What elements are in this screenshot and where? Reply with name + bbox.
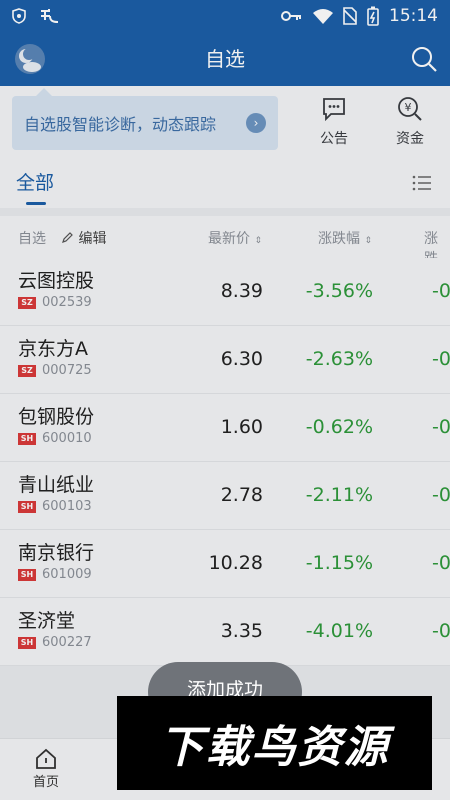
funds-label: 资金 [396,131,424,147]
header-price[interactable]: 最新价 ⇕ [208,228,262,248]
stock-price: 2.78 [220,484,263,506]
stock-extra: -0 [432,552,450,574]
stock-code: 600227 [42,635,92,650]
status-time: 15:14 [389,6,438,26]
stock-change: -3.56% [305,280,373,302]
table-row[interactable]: 青山纸业 SH 600103 2.78 -2.11% -0 [0,462,450,530]
market-badge: SZ [18,297,36,309]
stock-code: 000725 [42,363,92,378]
stock-change: -1.15% [305,552,373,574]
search-icon[interactable] [410,45,438,73]
table-header: 自选 编辑 最新价 ⇕ 涨跌幅 ⇕ 涨跌 [0,216,450,267]
stock-change: -2.11% [305,484,373,506]
stock-name: 南京银行 [18,542,95,564]
watermark-text: 下载鸟资源 [159,722,390,773]
stock-name: 包钢股份 [18,406,95,428]
nav-home-label: 首页 [32,775,59,790]
stock-name: 圣济堂 [18,610,76,632]
stock-code: 601009 [42,567,92,582]
header-watchlist: 自选 [18,231,46,247]
stock-code: 002539 [42,295,92,310]
stock-price: 8.39 [220,280,263,302]
table-row[interactable]: 京东方A SZ 000725 6.30 -2.63% -0 [0,326,450,394]
stock-name: 京东方A [18,338,88,360]
funds-button[interactable]: ¥ 资金 [380,96,440,152]
app-notify-icon [38,7,60,25]
funds-search-icon: ¥ [398,97,422,121]
market-badge: SZ [18,365,36,377]
edit-button[interactable]: 编辑 [62,228,106,248]
chevron-right-icon: › [246,113,266,133]
header-change[interactable]: 涨跌幅 ⇕ [318,228,372,248]
group-tabs: 全部 [0,158,450,208]
stock-extra: -0 [432,484,450,506]
market-badge: SH [18,501,36,513]
svg-text:¥: ¥ [405,101,412,114]
key-icon [281,10,303,22]
sort-icon: ⇕ [254,236,262,246]
sort-icon: ⇕ [364,236,372,246]
nav-home[interactable]: 首页 [24,747,68,790]
message-icon [323,98,345,122]
stock-price: 3.35 [220,620,263,642]
stock-extra: -0 [432,620,450,642]
announcement-label: 公告 [320,131,348,147]
pencil-icon [62,232,73,243]
diagnosis-banner[interactable]: 自选股智能诊断，动态跟踪 › [12,88,278,150]
shield-icon [12,8,26,24]
page-title: 自选 [205,47,245,71]
stock-name: 云图控股 [18,270,95,292]
banner-text: 自选股智能诊断，动态跟踪 [24,115,217,134]
stock-change: -0.62% [305,416,373,438]
stock-code: 600103 [42,499,92,514]
watermark-logo: 下载鸟资源 [117,696,432,790]
app-bar: 自选 [0,32,450,86]
table-row[interactable]: 云图控股 SZ 002539 8.39 -3.56% -0 [0,258,450,326]
tool-row: 自选股智能诊断，动态跟踪 › 公告 ¥ 资金 [0,86,450,158]
no-sim-icon [343,7,357,25]
tab-indicator [26,202,46,205]
table-row[interactable]: 圣济堂 SH 600227 3.35 -4.01% -0 [0,598,450,666]
stock-price: 1.60 [220,416,263,438]
edit-label: 编辑 [78,231,107,247]
market-badge: SH [18,569,36,581]
stock-price: 10.28 [208,552,263,574]
stock-extra: -0 [432,280,450,302]
tab-all[interactable]: 全部 [16,168,54,195]
stock-list: 云图控股 SZ 002539 8.39 -3.56% -0 京东方A SZ 00… [0,258,450,666]
stock-change: -2.63% [305,348,373,370]
table-row[interactable]: 包钢股份 SH 600010 1.60 -0.62% -0 [0,394,450,462]
stock-change: -4.01% [305,620,373,642]
market-badge: SH [18,637,36,649]
stock-extra: -0 [432,416,450,438]
stock-price: 6.30 [220,348,263,370]
list-menu-icon[interactable] [412,174,432,192]
home-icon [36,748,56,769]
stock-name: 青山纸业 [18,474,95,496]
status-bar: 15:14 [0,0,450,32]
stock-extra: -0 [432,348,450,370]
wifi-icon [313,8,333,24]
announcement-button[interactable]: 公告 [304,96,364,152]
battery-charging-icon [367,6,379,26]
table-row[interactable]: 南京银行 SH 601009 10.28 -1.15% -0 [0,530,450,598]
market-badge: SH [18,433,36,445]
stock-code: 600010 [42,431,92,446]
